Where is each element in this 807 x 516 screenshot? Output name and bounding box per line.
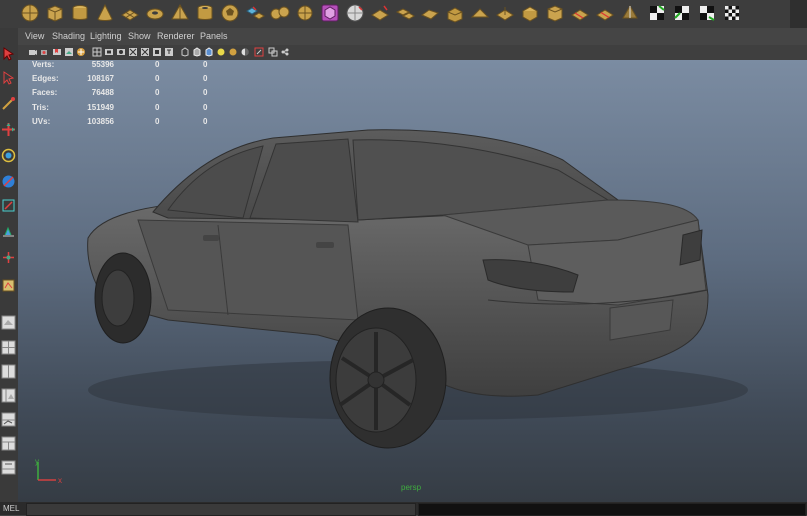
scale-tool-icon[interactable] [1, 174, 16, 189]
shelf-toolbar [0, 0, 807, 29]
panel-toolbar [18, 45, 807, 61]
menu-panels[interactable]: Panels [200, 31, 228, 41]
wireframe-icon[interactable] [180, 47, 190, 57]
resolution-gate-icon[interactable] [116, 47, 126, 57]
command-language-label[interactable]: MEL [3, 504, 19, 513]
checker-icon[interactable] [647, 3, 667, 23]
menu-lighting[interactable]: Lighting [90, 31, 122, 41]
uv-layout-icon[interactable] [697, 3, 717, 23]
smooth-shade-icon[interactable] [192, 47, 202, 57]
select-camera-icon[interactable] [28, 47, 38, 57]
camera-label: persp [401, 483, 422, 492]
shadows-icon[interactable] [240, 47, 250, 57]
chamfer-icon[interactable] [520, 3, 540, 23]
safe-title-icon[interactable] [164, 47, 174, 57]
shelf-scroll-handle[interactable] [790, 0, 807, 28]
show-manipulator-icon[interactable] [1, 250, 16, 265]
command-result-field [418, 503, 806, 516]
paint-select-tool-icon[interactable] [1, 96, 16, 111]
plane-primitive-icon[interactable] [120, 3, 140, 23]
car-model[interactable] [18, 60, 807, 502]
menu-view[interactable]: View [25, 31, 44, 41]
axis-label-x: x [58, 476, 62, 485]
menu-renderer[interactable]: Renderer [157, 31, 195, 41]
extrude-icon[interactable] [445, 3, 465, 23]
soft-modification-icon[interactable] [1, 224, 16, 239]
layout-persp-outliner-icon[interactable] [1, 388, 16, 403]
all-lights-icon[interactable] [228, 47, 238, 57]
layout-hypershade-icon[interactable] [1, 436, 16, 451]
layout-dope-sheet-icon[interactable] [1, 460, 16, 475]
pipe-primitive-icon[interactable] [195, 3, 215, 23]
torus-primitive-icon[interactable] [145, 3, 165, 23]
wireframe-on-shaded-icon[interactable] [204, 47, 214, 57]
combine-icon[interactable] [245, 3, 265, 23]
perspective-viewport[interactable]: Verts: 55396 0 0 Edges: 108167 0 0 Faces… [18, 60, 807, 502]
field-chart-icon[interactable] [140, 47, 150, 57]
command-input[interactable] [26, 503, 416, 516]
menu-shading[interactable]: Shading [52, 31, 85, 41]
layout-four-icon[interactable] [1, 340, 16, 355]
default-lighting-icon[interactable] [216, 47, 226, 57]
gate-mask-icon[interactable] [128, 47, 138, 57]
cube-primitive-icon[interactable] [45, 3, 65, 23]
command-line: MEL [0, 502, 807, 516]
sphere-primitive-icon[interactable] [20, 3, 40, 23]
film-gate-icon[interactable] [104, 47, 114, 57]
cone-primitive-icon[interactable] [95, 3, 115, 23]
poke-face-icon[interactable] [495, 3, 515, 23]
smooth-icon[interactable] [345, 3, 365, 23]
cylinder-primitive-icon[interactable] [70, 3, 90, 23]
camera-attributes-icon[interactable] [40, 47, 50, 57]
append-polygon-icon[interactable] [420, 3, 440, 23]
soccer-ball-primitive-icon[interactable] [220, 3, 240, 23]
safe-action-icon[interactable] [152, 47, 162, 57]
hud-toggle-icon[interactable] [280, 47, 290, 57]
image-plane-icon[interactable] [64, 47, 74, 57]
universal-manipulator-icon[interactable] [1, 198, 16, 213]
menu-show[interactable]: Show [128, 31, 151, 41]
map-uv-icon[interactable] [672, 3, 692, 23]
panel-menu-bar: View Shading Lighting Show Renderer Pane… [18, 28, 807, 45]
bookmark-icon[interactable] [52, 47, 62, 57]
insert-edge-loop-icon[interactable] [595, 3, 615, 23]
mirror-geometry-icon[interactable] [370, 3, 390, 23]
two-d-pan-zoom-icon[interactable] [76, 47, 86, 57]
bevel-icon[interactable] [545, 3, 565, 23]
lasso-tool-icon[interactable] [1, 70, 16, 85]
move-tool-icon[interactable] [1, 122, 16, 137]
last-tool-icon[interactable] [1, 278, 16, 293]
bridge-icon[interactable] [395, 3, 415, 23]
toolbox [0, 28, 19, 502]
rotate-tool-icon[interactable] [1, 148, 16, 163]
uv-editor-icon[interactable] [722, 3, 742, 23]
smooth-proxy-icon[interactable] [320, 3, 340, 23]
layout-graph-icon[interactable] [1, 412, 16, 427]
wedge-face-icon[interactable] [470, 3, 490, 23]
extract-icon[interactable] [295, 3, 315, 23]
grid-toggle-icon[interactable] [92, 47, 102, 57]
isolate-select-icon[interactable] [254, 47, 264, 57]
separate-icon[interactable] [270, 3, 290, 23]
xray-icon[interactable] [268, 47, 278, 57]
pyramid-primitive-icon[interactable] [170, 3, 190, 23]
subdivide-icon[interactable] [620, 3, 640, 23]
layout-two-icon[interactable] [1, 364, 16, 379]
layout-single-icon[interactable] [1, 315, 16, 330]
axis-label-y: y [35, 457, 39, 466]
split-polygon-icon[interactable] [570, 3, 590, 23]
select-tool-icon[interactable] [1, 46, 16, 61]
